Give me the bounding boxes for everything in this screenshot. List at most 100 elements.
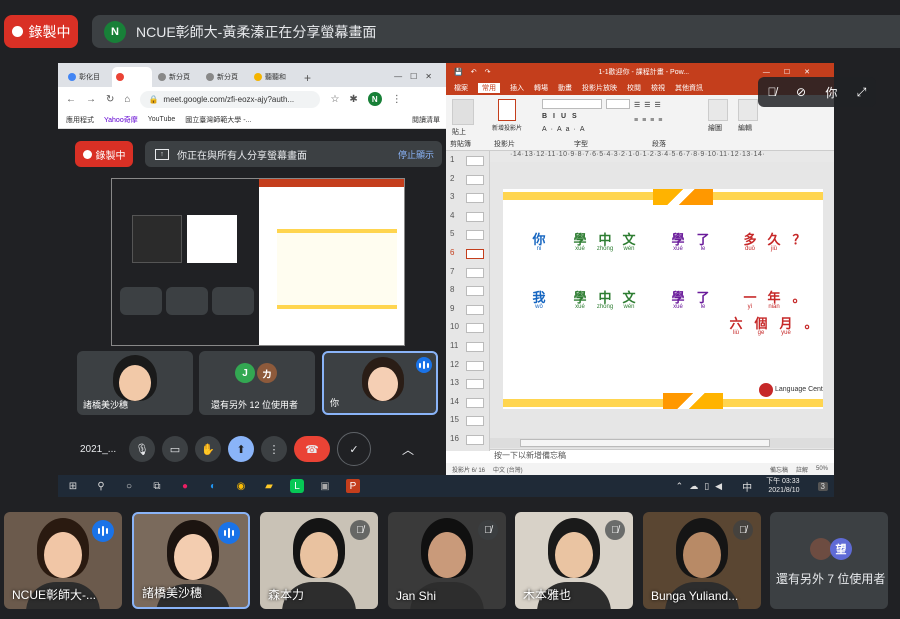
search-icon[interactable]: ⚲ bbox=[94, 479, 108, 493]
app-icon[interactable]: ▣ bbox=[318, 479, 332, 493]
slide-thumbnail[interactable] bbox=[466, 174, 484, 185]
slide-thumbnail[interactable] bbox=[466, 249, 484, 259]
more-options-icon[interactable]: ⋮ bbox=[261, 436, 287, 462]
editing-button[interactable]: 編輯 bbox=[738, 123, 752, 133]
paste-icon[interactable] bbox=[452, 99, 474, 125]
slide-thumbnail[interactable] bbox=[466, 211, 484, 222]
bookmark-youtube[interactable]: YouTube bbox=[148, 116, 176, 123]
font-color-buttons[interactable]: A·Aa·A bbox=[542, 126, 589, 133]
tab-review[interactable]: 校閱 bbox=[627, 83, 641, 93]
redo-icon[interactable]: ↷ bbox=[485, 68, 491, 76]
profile-avatar[interactable]: N bbox=[367, 92, 382, 106]
star-icon[interactable]: ☆ bbox=[330, 94, 339, 105]
tab-animations[interactable]: 動畫 bbox=[558, 83, 572, 93]
notification-count[interactable]: 3 bbox=[817, 481, 828, 491]
undo-icon[interactable]: ↶ bbox=[471, 68, 477, 76]
mic-off-icon[interactable]: 🎙̸ bbox=[768, 85, 777, 99]
browser-tab[interactable]: 彰化目 bbox=[64, 67, 110, 87]
reload-icon[interactable]: ↻ bbox=[106, 94, 114, 105]
task-view-icon[interactable]: ⧉ bbox=[150, 479, 164, 493]
browser-tab[interactable]: 聽聽和 bbox=[250, 67, 296, 87]
tab-view[interactable]: 檢視 bbox=[651, 83, 665, 93]
slide-thumbnail[interactable] bbox=[466, 323, 484, 334]
file-explorer-icon[interactable]: ▰ bbox=[262, 479, 276, 493]
window-controls[interactable]: —☐✕ bbox=[763, 68, 824, 76]
hang-up-icon[interactable]: ☎ bbox=[294, 436, 330, 462]
participant-tile[interactable]: 🎙̸ 森本力 bbox=[260, 512, 378, 609]
reading-list[interactable]: 閱讀清單 bbox=[412, 115, 440, 125]
participant-tile[interactable]: 🎙̸ 木本雅也 bbox=[515, 512, 633, 609]
align-buttons[interactable]: ≡≡≡≡ bbox=[634, 117, 666, 124]
raise-hand-icon[interactable]: ✋ bbox=[195, 436, 221, 462]
tab-slideshow[interactable]: 投影片放映 bbox=[582, 83, 617, 93]
participant-tile[interactable]: 諸橋美沙穗 bbox=[132, 512, 250, 609]
bookmark-yahoo[interactable]: Yahoo奇摩 bbox=[104, 115, 138, 125]
bookmark-ntnu[interactable]: 國立臺灣師範大學 -... bbox=[185, 115, 251, 125]
menu-icon[interactable]: ⋮ bbox=[392, 94, 402, 105]
notes-pane[interactable]: 按一下以新增備忘稿 bbox=[490, 449, 834, 463]
slide-thumbnail[interactable] bbox=[466, 416, 484, 427]
participant-tile[interactable]: 🎙̸ Jan Shi bbox=[388, 512, 506, 609]
paste-button[interactable]: 貼上 bbox=[452, 127, 466, 137]
slide-thumbnail[interactable] bbox=[466, 193, 484, 204]
slide-thumbnail[interactable] bbox=[466, 397, 484, 408]
slide-thumbnail[interactable] bbox=[466, 342, 484, 352]
chevron-up-icon[interactable]: ︿ bbox=[402, 441, 414, 458]
drawing-icon[interactable] bbox=[708, 99, 728, 121]
input-mode[interactable]: 中 bbox=[742, 479, 752, 494]
zoom-level[interactable]: 50% bbox=[816, 466, 828, 472]
participant-tile[interactable]: NCUE彰師大-... bbox=[4, 512, 122, 609]
slide-canvas[interactable]: 你 nǐ 學 xué 中 zhōng 文 wén 學 xué 了 le 多 duō 久 jiǔ？ 我 wǒ 學 xu… bbox=[503, 189, 823, 409]
slide-thumbnail[interactable] bbox=[466, 435, 484, 445]
forward-icon[interactable]: → bbox=[86, 94, 96, 105]
horizontal-scrollbar[interactable] bbox=[490, 438, 834, 448]
new-slide-button[interactable]: 新增投影片 bbox=[492, 123, 522, 132]
browser-tab[interactable]: 新分頁 bbox=[154, 67, 200, 87]
home-icon[interactable]: ⌂ bbox=[124, 94, 130, 105]
font-family-select[interactable] bbox=[542, 99, 602, 109]
camera-icon[interactable]: ▭ bbox=[162, 436, 188, 462]
slide-thumbnail[interactable] bbox=[466, 230, 484, 241]
browser-tab[interactable]: 新分頁 bbox=[202, 67, 248, 87]
system-tray-icons[interactable]: ⌃☁▯◀ bbox=[676, 481, 728, 492]
new-slide-icon[interactable] bbox=[498, 99, 516, 121]
font-style-buttons[interactable]: BIUS bbox=[542, 113, 583, 120]
slide-thumbnail[interactable] bbox=[466, 304, 484, 315]
address-bar[interactable]: 🔒 meet.google.com/zfi-eozx-ajy?auth... bbox=[140, 90, 321, 108]
line-icon[interactable]: L bbox=[290, 479, 304, 493]
tab-file[interactable]: 檔案 bbox=[454, 83, 468, 93]
slide-thumbnail[interactable] bbox=[466, 267, 484, 278]
powerpoint-icon[interactable]: P bbox=[346, 479, 360, 493]
save-icon[interactable]: 💾 bbox=[454, 68, 463, 76]
more-participants-tile[interactable]: 望 還有另外 7 位使用者 bbox=[770, 512, 888, 609]
participant-tile[interactable]: 🎙̸ Bunga Yuliand... bbox=[643, 512, 761, 609]
inner-tile-others[interactable]: J カ 還有另外 12 位使用者 bbox=[199, 351, 315, 415]
mic-icon[interactable]: 🎙 bbox=[129, 436, 155, 462]
camera-off-icon[interactable]: ⊘ bbox=[796, 85, 806, 99]
stop-presenting-button[interactable]: 停止顯示 bbox=[398, 148, 434, 161]
chrome-icon[interactable]: ◉ bbox=[234, 479, 248, 493]
drawing-button[interactable]: 繪圖 bbox=[708, 123, 722, 133]
edge-icon[interactable]: ◐ bbox=[206, 479, 220, 493]
browser-tab-meet[interactable] bbox=[112, 67, 152, 87]
tab-insert[interactable]: 插入 bbox=[510, 83, 524, 93]
extensions-icon[interactable]: ✱ bbox=[349, 94, 357, 105]
comments-toggle[interactable]: 註解 bbox=[796, 465, 808, 474]
notes-toggle[interactable]: 備忘稿 bbox=[770, 465, 788, 474]
clock[interactable]: 下午 03:33 2021/8/10 bbox=[766, 477, 799, 495]
bookmark-apps[interactable]: 應用程式 bbox=[66, 115, 94, 125]
paint-icon[interactable]: ● bbox=[178, 479, 192, 493]
paragraph-buttons[interactable]: ☰☰☰ bbox=[634, 101, 665, 109]
slide-thumbnail[interactable] bbox=[466, 360, 484, 371]
cortana-icon[interactable]: ○ bbox=[122, 479, 136, 493]
slide-thumbnail[interactable] bbox=[466, 156, 484, 166]
slide-thumbnail[interactable] bbox=[466, 379, 484, 390]
windows-start-icon[interactable]: ⊞ bbox=[66, 479, 80, 493]
editing-icon[interactable] bbox=[738, 99, 758, 121]
window-controls[interactable]: —☐✕ bbox=[388, 72, 446, 87]
new-tab-button[interactable]: + bbox=[298, 71, 317, 87]
present-icon[interactable]: ⬆ bbox=[228, 436, 254, 462]
expand-icon[interactable]: ⤢ bbox=[857, 85, 867, 100]
back-icon[interactable]: ← bbox=[66, 94, 76, 105]
recording-indicator[interactable]: 錄製中 bbox=[4, 15, 78, 48]
